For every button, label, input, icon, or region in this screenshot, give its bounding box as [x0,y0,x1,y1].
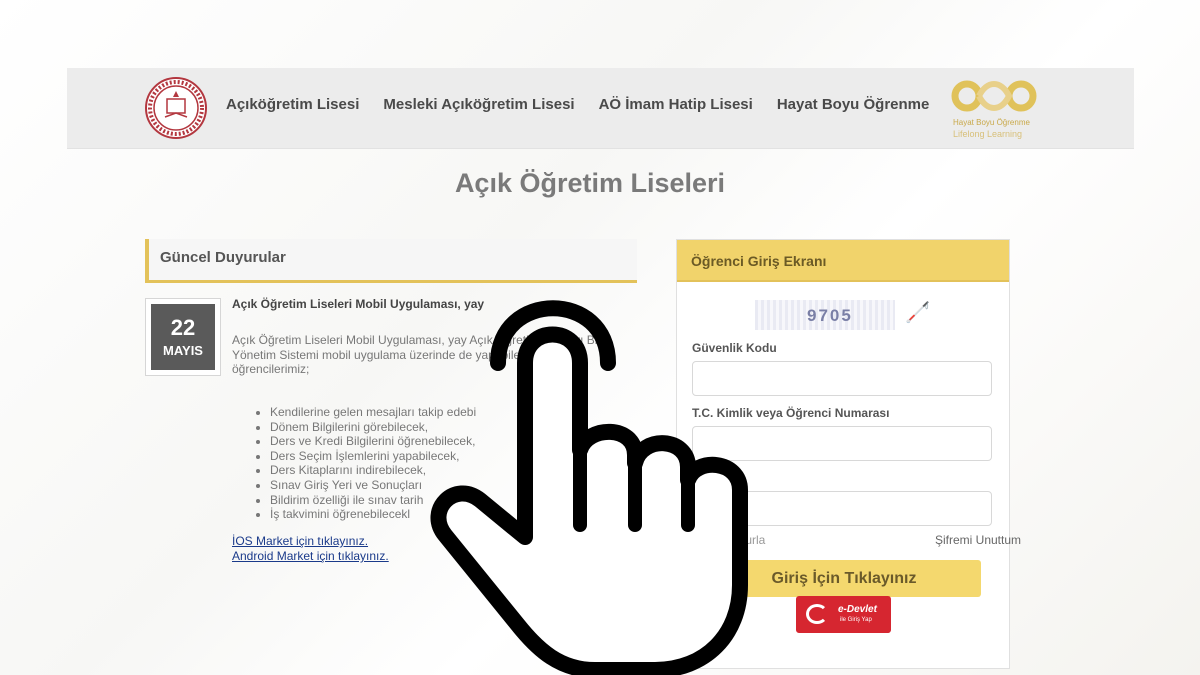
list-item: Kendilerine gelen mesajları takip edebi [270,405,476,420]
captcha-code: 9705 [807,306,853,325]
id-input[interactable] [692,426,992,461]
nav-link-aol[interactable]: Açıköğretim Lisesi [226,96,359,113]
nav-link-imam-hatip[interactable]: AÖ İmam Hatip Lisesi [599,96,753,113]
announcement-title[interactable]: Açık Öğretim Liseleri Mobil Uygulaması, … [232,297,484,311]
date-month: MAYIS [163,343,203,358]
list-item: İş takvimini öğrenebilecekl [270,507,476,522]
edevlet-login-button[interactable]: e-Devlet ile Giriş Yap [796,596,891,633]
captcha-image: 9705 [755,300,895,330]
date-day: 22 [170,315,196,340]
feature-list: Kendilerine gelen mesajları takip edebi … [252,405,476,522]
list-item: Bildirim özelliği ile sınav tarih [270,493,476,508]
list-item: Ders Kitaplarını indirebilecek, [270,463,476,478]
accessibility-icon[interactable]: 🦯 [905,300,930,325]
security-code-label: Güvenlik Kodu [692,341,777,355]
edevlet-label: e-Devlet [838,604,877,615]
top-navigation: Açıköğretim Lisesi Mesleki Açıköğretim L… [67,68,1134,149]
announcements-header: Güncel Duyurular [145,239,637,283]
list-item: Dönem Bilgilerini görebilecek, [270,420,476,435]
edevlet-logo-icon [806,604,828,624]
date-badge: 22 MAYIS [145,298,221,376]
list-item: Ders ve Kredi Bilgilerini öğrenebilecek, [270,434,476,449]
password-input[interactable] [692,491,992,526]
lifelong-learning-mark [951,80,1037,112]
announcements-header-label: Güncel Duyurular [160,249,286,266]
lifelong-learning-logo[interactable]: Hayat Boyu Öğrenme Lifelong Learning [947,74,1043,142]
login-header: Öğrenci Giriş Ekranı [677,240,1009,282]
login-button[interactable]: Giriş İçin Tıklayınız [707,560,981,597]
android-market-link[interactable]: Android Market için tıklayınız. [232,549,389,563]
list-item: Ders Seçim İşlemlerini yapabilecek, [270,449,476,464]
page-title: Açık Öğretim Liseleri [454,168,726,198]
edevlet-sublabel: ile Giriş Yap [840,617,872,623]
announcement-body: Açık Öğretim Liseleri Mobil Uygulaması, … [232,333,610,376]
logo-text-tr: Hayat Boyu Öğrenme [953,118,1030,127]
login-header-label: Öğrenci Giriş Ekranı [691,253,827,269]
security-code-input[interactable] [692,361,992,396]
ministry-logo[interactable] [145,77,207,139]
remember-me-label[interactable]: turla [742,533,765,547]
forgot-password-link[interactable]: Şifremi Unuttum [935,533,1021,547]
ios-market-link[interactable]: İOS Market için tıklayınız. [232,534,368,548]
id-label: T.C. Kimlik veya Öğrenci Numarası [692,406,890,420]
logo-text-en: Lifelong Learning [953,129,1023,139]
login-panel: Öğrenci Giriş Ekranı 9705 🦯 Güvenlik Kod… [676,239,1021,669]
nav-link-hayat-boyu[interactable]: Hayat Boyu Öğrenme [777,96,930,113]
nav-link-maol[interactable]: Mesleki Açıköğretim Lisesi [383,96,574,113]
list-item: Sınav Giriş Yeri ve Sonuçları [270,478,476,493]
